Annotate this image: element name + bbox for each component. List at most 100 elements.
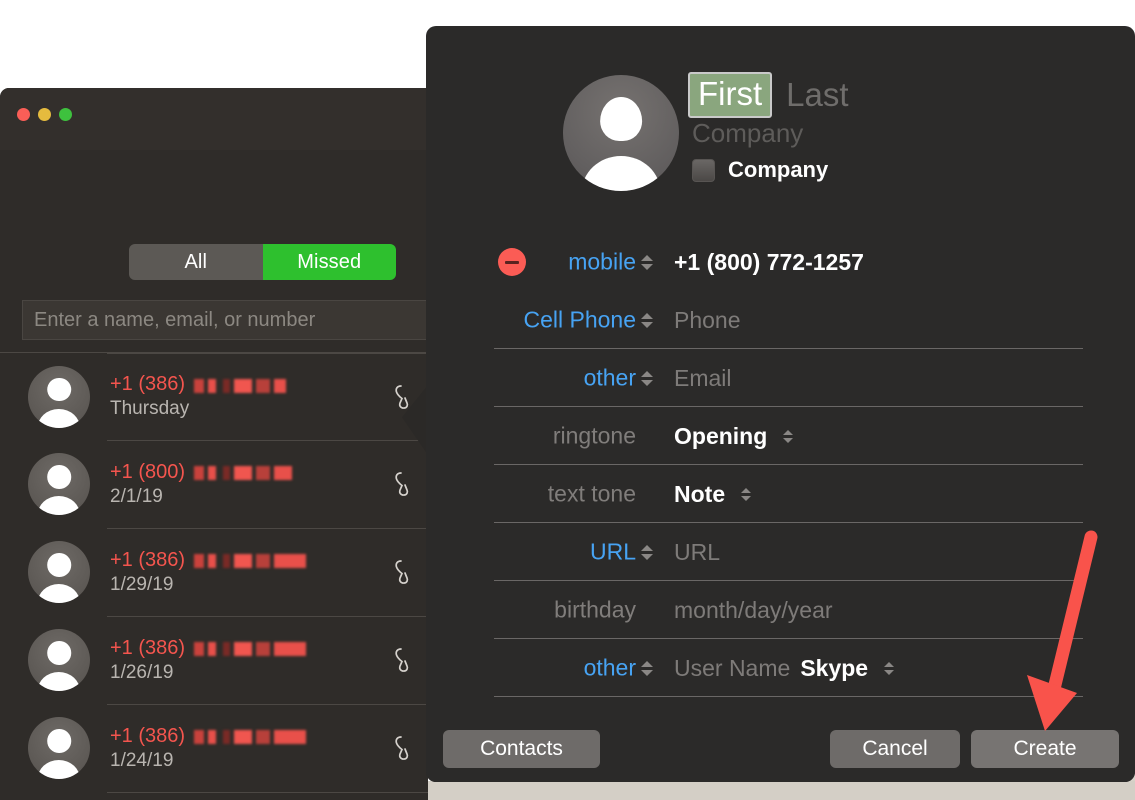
field-row-ringtone: ringtone Opening	[426, 407, 1135, 465]
redacted-digits	[194, 730, 307, 744]
avatar	[28, 541, 90, 603]
zoom-button[interactable]	[59, 108, 72, 121]
phone-handset-icon[interactable]	[394, 559, 416, 585]
phone-handset-icon[interactable]	[394, 471, 416, 497]
list-item[interactable]: +1 (386) Thursday	[0, 352, 428, 440]
company-checkbox-row[interactable]: Company	[692, 157, 828, 183]
traffic-light-controls[interactable]	[17, 108, 72, 121]
call-date: 1/26/19	[110, 661, 174, 683]
call-number: +1 (386)	[110, 373, 287, 396]
chevron-updown-icon[interactable]	[640, 539, 654, 565]
create-button[interactable]: Create	[971, 730, 1119, 768]
chevron-updown-icon[interactable]	[640, 249, 654, 275]
field-row-social: other User Name Skype	[426, 639, 1135, 697]
call-date: 1/29/19	[110, 573, 174, 595]
field-row-text-tone: text tone Note	[426, 465, 1135, 523]
chevron-updown-icon[interactable]	[640, 307, 654, 333]
call-date: Thursday	[110, 398, 190, 419]
call-number: +1 (386)	[110, 549, 307, 572]
company-checkbox-label: Company	[728, 157, 829, 182]
company-name-field[interactable]: Company	[692, 118, 803, 149]
list-item[interactable]: +1 (386) 1/23/19	[0, 792, 428, 800]
field-value-group[interactable]: Opening	[674, 423, 795, 450]
minimize-button[interactable]	[38, 108, 51, 121]
field-value[interactable]: Phone	[674, 307, 741, 334]
new-contact-dialog: First Last Company Company mobile +1 (80…	[426, 26, 1135, 782]
call-date: 2/1/19	[110, 485, 163, 507]
screen: All Missed Enter a name, email, or numbe…	[0, 0, 1135, 800]
field-value-group[interactable]: User Name Skype	[674, 655, 896, 682]
list-item[interactable]: +1 (386) 1/29/19	[0, 528, 428, 616]
list-item[interactable]: +1 (386) 1/24/19	[0, 704, 428, 792]
social-service-value[interactable]: Skype	[800, 655, 868, 682]
list-item[interactable]: +1 (800) 2/1/19	[0, 440, 428, 528]
row-separator	[107, 353, 428, 354]
field-label: ringtone	[552, 422, 636, 449]
field-value[interactable]: Email	[674, 365, 732, 392]
avatar	[28, 629, 90, 691]
phone-handset-icon[interactable]	[394, 735, 416, 761]
row-separator	[107, 528, 428, 529]
row-separator	[107, 704, 428, 705]
field-label[interactable]: Cell Phone	[436, 307, 636, 334]
field-value[interactable]: URL	[674, 539, 720, 566]
redacted-digits	[194, 466, 293, 480]
field-row-cell-phone: Cell Phone Phone	[426, 291, 1135, 349]
last-name-field[interactable]: Last	[786, 76, 848, 114]
field-value[interactable]: Note	[674, 481, 725, 508]
row-separator	[107, 440, 428, 441]
call-date: 1/24/19	[110, 749, 174, 771]
field-value[interactable]: month/day/year	[674, 597, 833, 624]
tab-missed[interactable]: Missed	[262, 244, 396, 280]
field-row-url: URL URL	[426, 523, 1135, 581]
chevron-updown-icon[interactable]	[640, 655, 654, 681]
chevron-updown-icon[interactable]	[739, 482, 753, 506]
chevron-updown-icon[interactable]	[781, 424, 795, 448]
field-value[interactable]: User Name	[674, 655, 790, 682]
call-number: +1 (800)	[110, 461, 293, 484]
first-name-field[interactable]: First	[688, 72, 773, 118]
redacted-digits	[194, 554, 307, 568]
cancel-button[interactable]: Cancel	[830, 730, 960, 768]
window-titlebar	[0, 88, 428, 150]
search-placeholder: Enter a name, email, or number	[34, 308, 316, 331]
field-label: text tone	[547, 480, 636, 507]
field-row-mobile: mobile +1 (800) 772-1257	[426, 233, 1135, 291]
row-separator	[107, 792, 428, 793]
avatar	[28, 365, 90, 428]
avatar	[28, 453, 90, 515]
field-row-email: other Email	[426, 349, 1135, 407]
field-label: birthday	[554, 596, 636, 623]
name-row: First Last	[688, 72, 849, 118]
dialog-header: First Last Company Company	[426, 26, 1135, 206]
calls-window: All Missed Enter a name, email, or numbe…	[0, 88, 428, 800]
chevron-updown-icon[interactable]	[640, 365, 654, 391]
field-label[interactable]: URL	[436, 539, 636, 566]
tab-all[interactable]: All	[129, 244, 263, 280]
company-checkbox[interactable]	[692, 158, 715, 182]
dialog-footer: Contacts Cancel Create	[426, 716, 1135, 782]
redacted-digits	[194, 642, 307, 656]
redacted-digits	[194, 378, 287, 393]
contacts-button[interactable]: Contacts	[443, 730, 600, 768]
chevron-updown-icon[interactable]	[882, 656, 896, 680]
avatar	[28, 717, 90, 779]
row-separator	[107, 616, 428, 617]
call-number: +1 (386)	[110, 637, 307, 660]
list-item[interactable]: +1 (386) 1/26/19	[0, 616, 428, 704]
calls-filter-segmented-control[interactable]: All Missed	[129, 244, 396, 280]
close-button[interactable]	[17, 108, 30, 121]
contact-fields: mobile +1 (800) 772-1257 Cell Phone Phon…	[426, 233, 1135, 755]
field-row-birthday: birthday month/day/year	[426, 581, 1135, 639]
field-value-group[interactable]: Note	[674, 481, 753, 508]
field-value[interactable]: +1 (800) 772-1257	[674, 249, 864, 276]
call-number: +1 (386)	[110, 725, 307, 748]
search-input[interactable]: Enter a name, email, or number	[22, 300, 428, 340]
field-label[interactable]: other	[436, 365, 636, 392]
phone-handset-icon[interactable]	[394, 647, 416, 673]
field-label[interactable]: other	[436, 655, 636, 682]
field-value[interactable]: Opening	[674, 423, 767, 450]
field-label[interactable]: mobile	[436, 249, 636, 276]
person-placeholder-icon[interactable]	[563, 75, 679, 191]
calls-list[interactable]: +1 (386) Thursday +1 (800) 2/1/19 +1 (38…	[0, 352, 428, 800]
